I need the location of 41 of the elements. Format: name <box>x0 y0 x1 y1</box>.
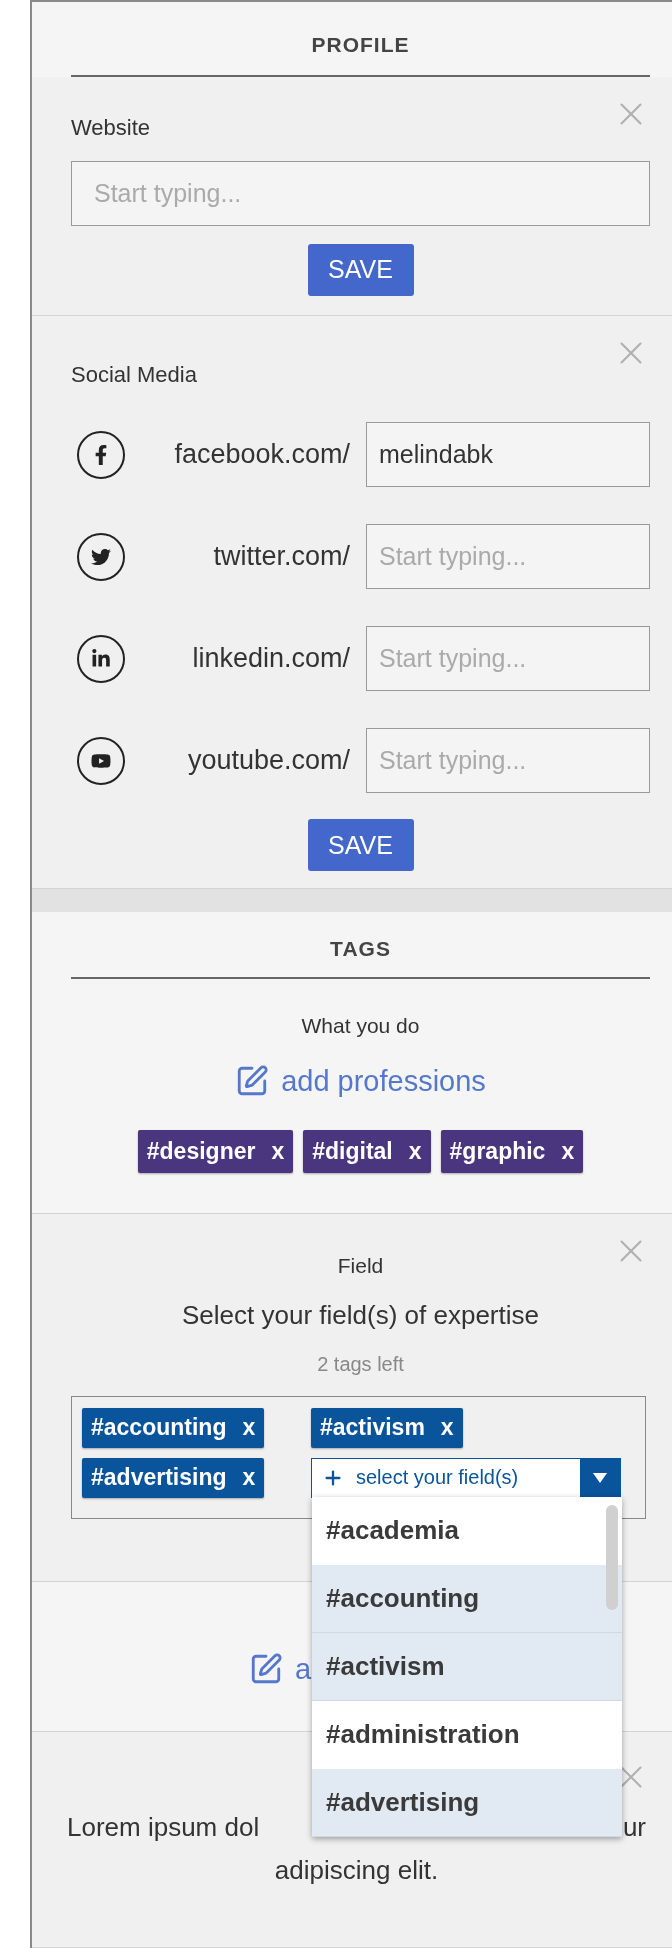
field-label: Social Media <box>71 362 198 389</box>
section-label: What you do <box>300 1014 421 1039</box>
username-field[interactable]: Start typing... <box>366 728 650 794</box>
section-heading: Select your field(s) of expertise <box>181 1299 540 1331</box>
description-text: adipiscing elit. <box>273 1854 440 1886</box>
linkedin-icon <box>77 634 125 683</box>
url-prefix: twitter.com/ <box>212 541 351 573</box>
field-tag[interactable]: #activism x <box>311 1407 463 1448</box>
dropdown-option[interactable]: #advertising <box>312 1769 622 1838</box>
username-field[interactable]: Start typing... <box>366 626 650 692</box>
profession-tag[interactable]: #designer x <box>137 1130 294 1174</box>
bird-icon <box>77 532 125 581</box>
play-icon <box>77 736 125 785</box>
add-professions-link[interactable]: add professions <box>235 1064 486 1099</box>
field-tag[interactable]: #accounting x <box>82 1407 265 1448</box>
save-button[interactable]: SAVE <box>307 243 414 296</box>
profession-tag[interactable]: #digital x <box>303 1130 431 1174</box>
dropdown-option[interactable]: #accounting <box>312 1565 622 1634</box>
website-field[interactable]: Start typing... <box>71 160 650 226</box>
field-label: Website <box>71 114 152 141</box>
scrollbar-thumb[interactable] <box>606 1505 618 1611</box>
dropdown-option[interactable]: #administration <box>312 1701 622 1770</box>
tags-left-hint: 2 tags left <box>316 1352 405 1376</box>
url-prefix: facebook.com/ <box>173 439 351 471</box>
facebook-icon <box>77 430 125 479</box>
caret-icon <box>592 1471 608 1484</box>
select-placeholder: select your field(s) <box>356 1466 519 1490</box>
url-prefix: youtube.com/ <box>186 745 351 777</box>
save-button[interactable]: SAVE <box>307 819 414 872</box>
section-label: Field <box>336 1253 385 1278</box>
description-text: Lorem ipsum dol <box>67 1811 260 1843</box>
dropdown-option[interactable]: #activism <box>312 1633 622 1702</box>
url-prefix: linkedin.com/ <box>191 643 351 675</box>
dropdown-option[interactable]: #academia <box>312 1497 622 1566</box>
profession-tag[interactable]: #graphic x <box>440 1130 584 1174</box>
username-field[interactable]: melindabk <box>366 422 650 488</box>
field-tag[interactable]: #advertising x <box>82 1457 265 1498</box>
field-select[interactable]: select your field(s) <box>311 1457 621 1498</box>
add-link[interactable]: a <box>249 1652 312 1687</box>
username-field[interactable]: Start typing... <box>366 524 650 590</box>
description-text: ur <box>622 1811 646 1843</box>
